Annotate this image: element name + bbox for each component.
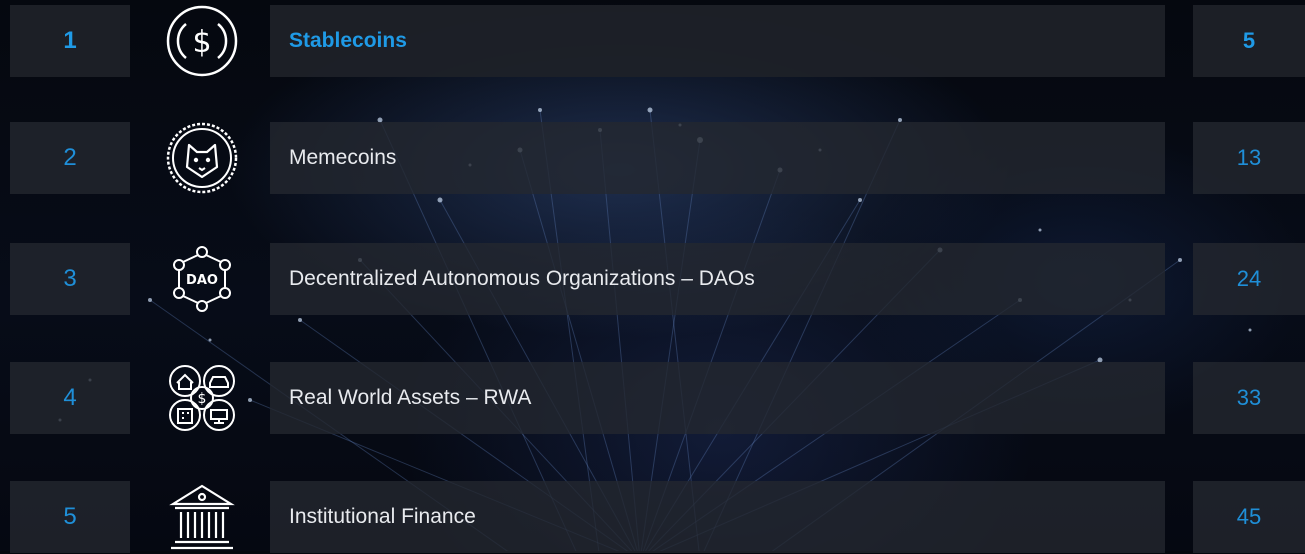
dao-network-icon: DAO [162,243,242,315]
page-number: 45 [1193,481,1305,553]
toc-row-rwa[interactable]: 4 $ Real World Assets – RWA 33 [0,362,1305,434]
bank-building-icon [162,481,242,553]
chapter-title: Decentralized Autonomous Organizations –… [270,243,1165,315]
toc-row-memecoins[interactable]: 2 Memecoins 13 [0,122,1305,194]
svg-text:$: $ [198,391,207,407]
chapter-title: Stablecoins [270,5,1165,77]
chapter-number: 5 [10,481,130,553]
chapter-title: Real World Assets – RWA [270,362,1165,434]
chapter-title: Memecoins [270,122,1165,194]
shiba-coin-icon [162,122,242,194]
page-number: 24 [1193,243,1305,315]
chapter-number: 1 [10,5,130,77]
svg-text:DAO: DAO [186,273,218,288]
chapter-number: 3 [10,243,130,315]
toc-row-daos[interactable]: 3 DAO Decentralized Autonomous Organizat… [0,243,1305,315]
chapter-number: 4 [10,362,130,434]
dollar-coin-icon: $ [162,5,242,77]
page-number: 5 [1193,5,1305,77]
page-number: 33 [1193,362,1305,434]
page-number: 13 [1193,122,1305,194]
chapter-title: Institutional Finance [270,481,1165,553]
real-world-assets-icon: $ [162,362,242,434]
toc-row-institutional-finance[interactable]: 5 Institutional Finance 45 [0,481,1305,553]
toc-row-stablecoins[interactable]: 1 $ Stablecoins 5 [0,5,1305,77]
chapter-number: 2 [10,122,130,194]
svg-text:$: $ [192,25,211,60]
